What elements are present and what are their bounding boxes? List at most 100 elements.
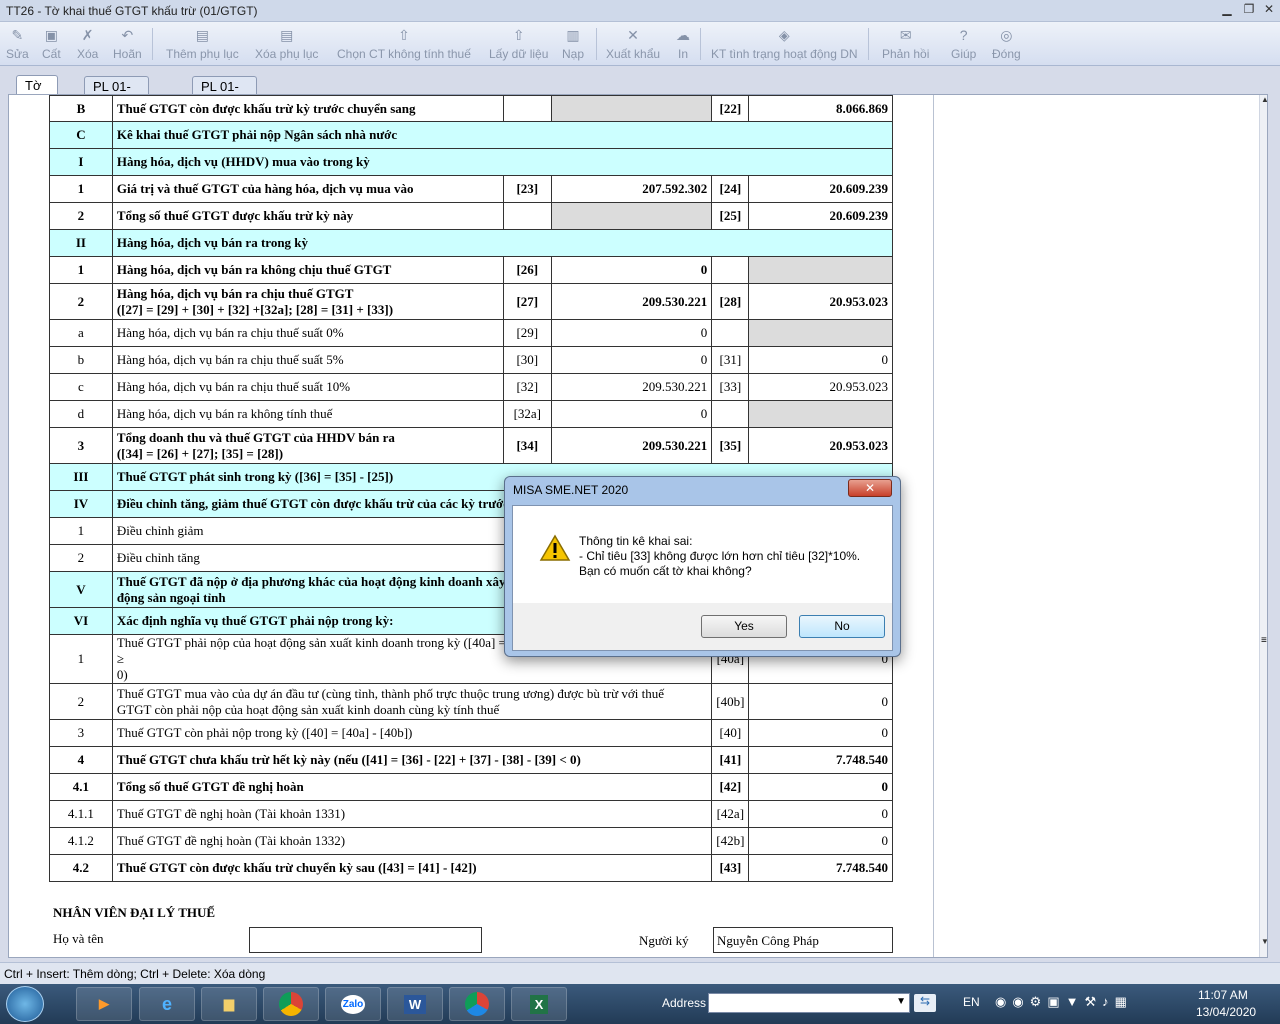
toolbar-separator xyxy=(868,28,869,60)
indicator-value[interactable]: 0 xyxy=(550,319,713,347)
globe-icon: ◈ xyxy=(778,26,790,43)
dialog-message-line: Thông tin kê khai sai: xyxy=(579,534,693,548)
indicator-value[interactable]: 0 xyxy=(748,827,893,855)
indicator-value[interactable]: 7.748.540 xyxy=(748,854,893,882)
excel-task[interactable]: X xyxy=(511,987,567,1021)
start-button[interactable] xyxy=(6,986,44,1022)
no-button[interactable]: No xyxy=(799,615,885,638)
table-row: 2 Tổng số thuế GTGT được khấu trừ kỳ này [… xyxy=(49,202,893,230)
tax-agent-section: NHÂN VIÊN ĐẠI LÝ THUẾ Họ và tên Người ký… xyxy=(53,905,903,957)
remove-appendix-button[interactable]: ▤ Xóa phụ lục xyxy=(255,24,318,64)
indicator-value[interactable] xyxy=(748,256,893,284)
row-description: Tổng số thuế GTGT được khấu trừ kỳ này xyxy=(111,202,504,230)
indicator-value[interactable] xyxy=(748,319,893,347)
signer-input[interactable]: Nguyễn Công Pháp xyxy=(713,927,893,953)
row-number: 4.2 xyxy=(49,854,113,882)
indicator-value[interactable]: 0 xyxy=(550,346,713,374)
help-button[interactable]: ? Giúp xyxy=(951,24,976,64)
minimize-icon[interactable]: ▁ xyxy=(1218,2,1236,16)
table-row: 3 Tổng doanh thu và thuế GTGT của HHDV bá… xyxy=(49,427,893,464)
row-description: Thuế GTGT chưa khấu trừ hết kỳ này (nếu … xyxy=(111,746,713,774)
tab-pl-01-1[interactable]: PL 01-1/GTGT xyxy=(84,76,149,109)
row-description: Hàng hóa, dịch vụ (HHDV) mua vào trong k… xyxy=(111,148,894,176)
table-row: 4.1.1 Thuế GTGT đề nghị hoàn (Tài khoản 1… xyxy=(49,800,893,828)
tray-icons[interactable]: ◉◉⚙▣▼⚒♪▦ xyxy=(995,994,1133,1010)
indicator-code: [40b] xyxy=(711,683,750,720)
indicator-value[interactable]: 20.953.023 xyxy=(748,373,893,401)
indicator-value[interactable] xyxy=(550,95,713,122)
indicator-value[interactable]: 209.530.221 xyxy=(550,373,713,401)
indicator-value[interactable]: 20.609.239 xyxy=(748,175,893,203)
description-line: Hàng hóa, dịch vụ bán ra không tính thuế xyxy=(116,406,333,421)
zalo-icon: Zalo xyxy=(340,994,366,1014)
dialog-body: Thông tin kê khai sai: - Chỉ tiêu [33] k… xyxy=(512,505,893,651)
print-button[interactable]: ☁ In xyxy=(674,24,692,64)
indicator-value[interactable]: 0 xyxy=(748,683,893,720)
edit-button[interactable]: ✎ Sửa xyxy=(6,24,29,64)
indicator-value[interactable]: 207.592.302 xyxy=(550,175,713,203)
scroll-up-icon[interactable]: ▲ xyxy=(1260,95,1267,104)
description-line: ([34] = [26] + [27]; [35] = [28]) xyxy=(116,445,284,461)
indicator-value[interactable]: 209.530.221 xyxy=(550,283,713,320)
indicator-value[interactable] xyxy=(748,400,893,428)
tab-pl-01-2[interactable]: PL 01-2/GTGT xyxy=(192,76,257,109)
media-player-task[interactable]: ▶ xyxy=(76,987,132,1021)
indicator-value[interactable]: 20.953.023 xyxy=(748,283,893,320)
indicator-value[interactable]: 20.953.023 xyxy=(748,427,893,464)
zalo-task[interactable]: Zalo xyxy=(325,987,381,1021)
indicator-value[interactable]: 0 xyxy=(748,800,893,828)
description-line: Thuế GTGT đề nghị hoàn (Tài khoản 1332) xyxy=(116,833,346,848)
dialog-close-icon[interactable]: ✕ xyxy=(848,479,892,497)
close-button[interactable]: ◎ Đóng xyxy=(992,24,1021,64)
yes-button[interactable]: Yes xyxy=(701,615,787,638)
indicator-value[interactable]: 0 xyxy=(748,773,893,801)
table-row: c Hàng hóa, dịch vụ bán ra chịu thuế suất… xyxy=(49,373,893,401)
scroll-down-icon[interactable]: ▼ xyxy=(1260,937,1267,946)
delete-button[interactable]: ✗ Xóa xyxy=(77,24,98,64)
indicator-value[interactable]: 7.748.540 xyxy=(748,746,893,774)
indicator-value[interactable]: 0 xyxy=(550,256,713,284)
dialog-message: Thông tin kê khai sai: - Chỉ tiêu [33] k… xyxy=(579,534,860,579)
chrome-task[interactable] xyxy=(263,987,319,1021)
scroll-grip-icon[interactable]: ≡ xyxy=(1261,635,1267,646)
tab-declaration[interactable]: Tờ khai xyxy=(16,75,58,108)
address-input[interactable]: ▼ xyxy=(708,993,910,1013)
load-button[interactable]: ▥ Nạp xyxy=(562,24,584,64)
vertical-scrollbar[interactable]: ▲ ≡ ▼ xyxy=(1259,95,1267,957)
row-number: III xyxy=(49,463,113,491)
indicator-value[interactable]: 0 xyxy=(550,400,713,428)
restore-icon[interactable]: ❐ xyxy=(1240,2,1258,16)
get-data-button[interactable]: ⇧ Lấy dữ liệu xyxy=(489,24,548,64)
indicator-value[interactable]: 0 xyxy=(748,719,893,747)
agent-name-input[interactable] xyxy=(249,927,482,953)
export-button[interactable]: ✕ Xuất khẩu xyxy=(606,24,660,64)
ie-task[interactable]: e xyxy=(139,987,195,1021)
add-appendix-button[interactable]: ▤ Thêm phụ lục xyxy=(166,24,239,64)
indicator-value[interactable]: 209.530.221 xyxy=(550,427,713,464)
select-non-taxable-button[interactable]: ⇧ Chọn CT không tính thuế xyxy=(337,24,471,64)
language-indicator[interactable]: EN xyxy=(963,995,980,1009)
close-icon[interactable]: ✕ xyxy=(1260,2,1278,16)
indicator-value[interactable]: 20.609.239 xyxy=(748,202,893,230)
description-line: Thuế GTGT đề nghị hoàn (Tài khoản 1331) xyxy=(116,806,346,821)
feedback-button[interactable]: ✉ Phản hồi xyxy=(882,24,929,64)
undo-button[interactable]: ↶ Hoãn xyxy=(113,24,142,64)
arrow-up-icon: ⇧ xyxy=(512,26,525,43)
go-icon[interactable]: ⇆ xyxy=(914,994,936,1012)
description-line: Hàng hóa, dịch vụ bán ra không chịu thuế… xyxy=(116,262,392,277)
description-line: Thuế GTGT còn được khấu trừ chuyển kỳ sa… xyxy=(116,860,477,875)
misa-task[interactable] xyxy=(449,987,505,1021)
indicator-value[interactable] xyxy=(550,202,713,230)
explorer-task[interactable]: ▆ xyxy=(201,987,257,1021)
word-task[interactable]: W xyxy=(387,987,443,1021)
table-row: 3 Thuế GTGT còn phải nộp trong kỳ ([40] =… xyxy=(49,719,893,747)
delete-icon: ✗ xyxy=(81,26,94,43)
row-number: 4.1.2 xyxy=(49,827,113,855)
indicator-value[interactable]: 0 xyxy=(748,346,893,374)
check-business-status-button[interactable]: ◈ KT tình trạng hoạt động DN xyxy=(711,24,858,64)
indicator-value[interactable]: 8.066.869 xyxy=(748,95,893,122)
status-bar: Ctrl + Insert: Thêm dòng; Ctrl + Delete:… xyxy=(0,962,1280,984)
chevron-down-icon[interactable]: ▼ xyxy=(896,996,906,1007)
table-row: C Kê khai thuế GTGT phải nộp Ngân sách nh… xyxy=(49,121,894,149)
save-button[interactable]: ▣ Cất xyxy=(42,24,61,64)
